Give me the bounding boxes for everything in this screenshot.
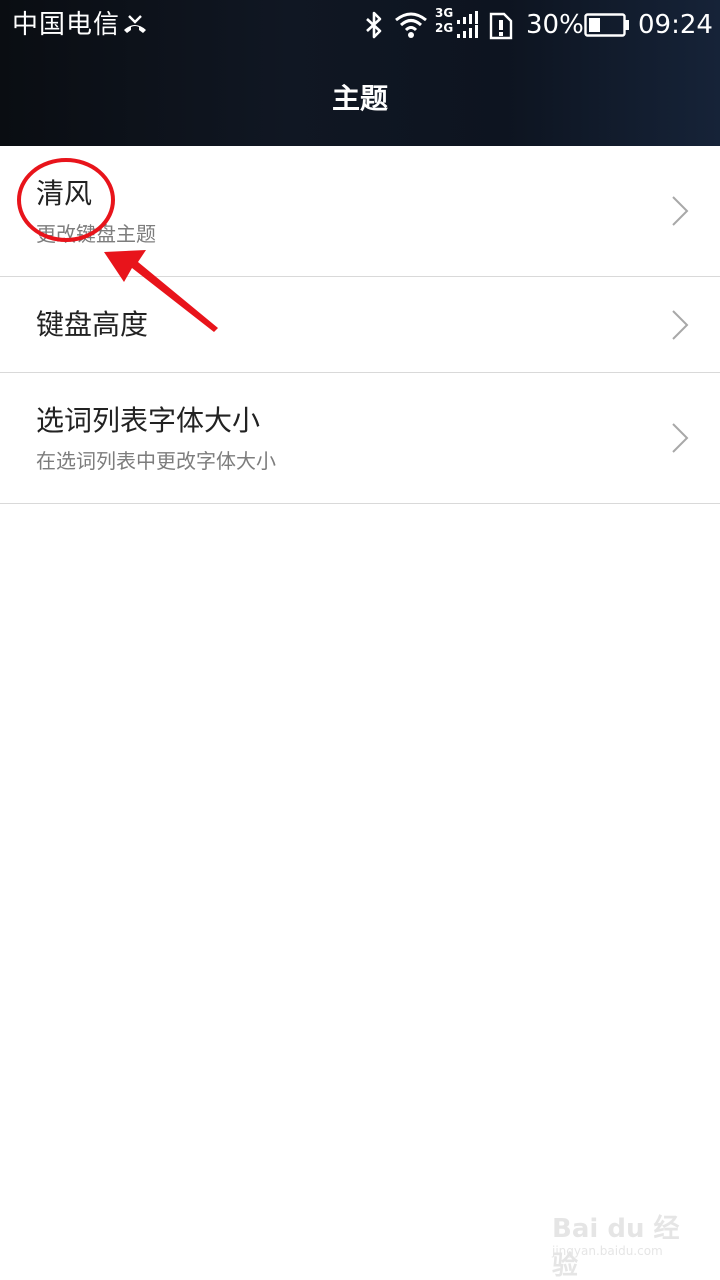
wifi-icon [395,12,427,38]
setting-item-candidate-font-size[interactable]: 选词列表字体大小 在选词列表中更改字体大小 [0,373,720,504]
chevron-right-icon [672,423,689,453]
status-bar: 中国电信 3G 2G 30% 09:24 [0,0,720,52]
clock: 09:24 [638,10,713,40]
baidu-jingyan-watermark: Bai du 经验 jingyan.baidu.com [552,1200,702,1280]
network-type: 3G 2G [435,6,453,36]
bluetooth-icon [366,11,382,39]
signal-icon [457,11,478,38]
battery-icon [584,13,629,37]
setting-item-title: 选词列表字体大小 [36,404,261,437]
watermark-url: jingyan.baidu.com [552,1244,663,1258]
sim-alert-icon [489,12,513,40]
missed-call-icon [124,15,146,33]
network-type-top: 3G [435,6,454,20]
top-bar: 中国电信 3G 2G 30% 09:24 主题 [0,0,720,146]
annotation-arrow-icon [104,250,218,332]
chevron-right-icon [672,309,689,340]
chevron-right-icon [672,196,689,226]
page-title: 主题 [331,82,388,115]
annotation-circle [17,158,115,242]
network-type-bottom: 2G [435,21,454,35]
carrier-name: 中国电信 [12,10,121,40]
setting-item-subtitle: 在选词列表中更改字体大小 [36,449,276,473]
battery-percent: 30% [526,10,584,40]
screen: 中国电信 3G 2G 30% 09:24 主题 清风 更改键盘主题 键盘高度 选… [0,0,720,1280]
